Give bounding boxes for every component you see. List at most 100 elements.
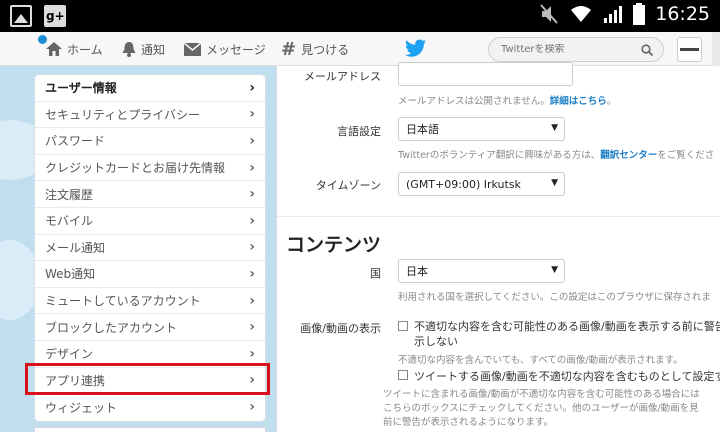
sidebar-item-web-notifications[interactable]: Web通知 ›	[35, 261, 265, 288]
sidebar-item-label: デザイン	[45, 347, 94, 362]
sidebar-item-label: ブロックしたアカウント	[45, 320, 178, 335]
email-field[interactable]	[398, 62, 573, 86]
timezone-select[interactable]: (GMT+09:00) Irkutsk ▼	[398, 172, 565, 196]
sidebar-item-widgets[interactable]: ウィジェット ›	[35, 394, 265, 421]
content-section-title: コンテンツ	[286, 234, 382, 256]
chevron-right-icon: ›	[249, 159, 255, 176]
chevron-right-icon: ›	[249, 106, 255, 123]
sidebar-item-label: ウィジェット	[45, 400, 118, 415]
dropdown-arrow-icon: ▼	[551, 265, 558, 275]
battery-icon	[633, 3, 646, 25]
chevron-right-icon: ›	[249, 399, 255, 416]
chevron-right-icon: ›	[249, 132, 255, 149]
tweet-media-help-line1: ツイートに含まれる画像/動画が不適切な内容を含む可能性のある場合には	[383, 389, 700, 400]
nav-notifications[interactable]: 通知	[122, 32, 165, 66]
search-icon[interactable]	[641, 43, 653, 56]
sidebar-item-label: セキュリティとプライバシー	[45, 107, 201, 122]
signal-icon	[604, 6, 623, 23]
media-label: 画像/動画の表示	[300, 322, 381, 335]
country-select[interactable]: 日本 ▼	[398, 259, 565, 283]
sidebar-item-label: Web通知	[45, 267, 96, 282]
chevron-right-icon: ›	[249, 265, 255, 282]
mute-icon	[540, 4, 558, 24]
nav-discover[interactable]: # 見つける	[281, 32, 349, 66]
envelope-icon	[184, 42, 201, 56]
sensitive-media-checkbox[interactable]	[398, 321, 408, 331]
search-box[interactable]	[488, 37, 664, 62]
sidebar-item-orders[interactable]: 注文履歴 ›	[35, 181, 265, 208]
status-bar: g+ 16:25	[0, 0, 720, 32]
chevron-right-icon: ›	[249, 319, 255, 336]
sidebar-item-email-notifications[interactable]: メール通知 ›	[35, 235, 265, 262]
clock: 16:25	[655, 3, 710, 25]
translation-center-link[interactable]: 翻訳センター	[600, 150, 657, 161]
media-help: 不適切な内容を含んでいても、すべての画像/動画が表示されます。	[398, 355, 683, 366]
twitter-bird-logo[interactable]	[405, 39, 427, 58]
language-label: 言語設定	[337, 125, 381, 138]
gallery-notification-icon	[10, 5, 32, 27]
chevron-right-icon: ›	[249, 292, 255, 309]
sidebar-item-label: ユーザー情報	[45, 81, 117, 96]
nav-home-label: ホーム	[67, 42, 103, 57]
home-icon	[46, 42, 62, 56]
search-input[interactable]	[501, 44, 641, 55]
settings-main-panel: メールアドレス メールアドレスは公開されません。詳細はこちら。 言語設定 日本語…	[276, 62, 720, 432]
tweet-media-help-line2: こちらのボックスにチェックしてください。他のユーザーが画像/動画を見	[383, 403, 699, 414]
mark-tweet-media-checkbox[interactable]	[398, 370, 408, 380]
sidebar-item-label: ミュートしているアカウント	[45, 294, 201, 309]
sidebar-next-card	[34, 427, 266, 432]
dropdown-arrow-icon: ▼	[551, 123, 558, 133]
email-label: メールアドレス	[304, 70, 381, 83]
mark-tweet-media-text: ツイートする画像/動画を不適切な内容を含むものとして設定する	[414, 370, 720, 383]
dropdown-arrow-icon: ▼	[551, 178, 558, 188]
sidebar-item-security[interactable]: セキュリティとプライバシー ›	[35, 102, 265, 129]
language-select[interactable]: 日本語 ▼	[398, 117, 565, 141]
sensitive-media-text-line2: 示しない	[414, 335, 458, 348]
timezone-value: (GMT+09:00) Irkutsk	[406, 177, 521, 191]
chevron-right-icon: ›	[249, 212, 255, 229]
nav-home[interactable]: ホーム	[46, 32, 103, 66]
sidebar-item-label: モバイル	[45, 214, 94, 229]
timezone-label: タイムゾーン	[315, 179, 381, 192]
highlight-box-apps	[25, 363, 270, 395]
tweet-media-help: ツイートに含まれる画像/動画が不適切な内容を含む可能性のある場合には こちらのボ…	[383, 388, 700, 430]
sidebar-item-label: パスワード	[45, 134, 106, 149]
language-help: Twitterのボランティア翻訳に興味がある方は、翻訳センターをご覧くださ	[398, 150, 715, 161]
country-help: 利用される国を選択してください。この設定はこのブラウザに保存されま	[398, 292, 711, 303]
sensitive-media-text: 不適切な内容を含む可能性のある画像/動画を表示する前に警告を 示しない	[414, 319, 720, 349]
profile-avatar[interactable]	[677, 37, 702, 62]
chevron-right-icon: ›	[249, 239, 255, 256]
top-navigation: ホーム 通知 メッセージ # 見つける	[0, 32, 720, 66]
chevron-right-icon: ›	[249, 79, 255, 96]
wifi-icon	[571, 6, 592, 22]
chevron-right-icon: ›	[249, 186, 255, 203]
nav-messages[interactable]: メッセージ	[184, 32, 266, 66]
sidebar-item-label: クレジットカードとお届け先情報	[45, 161, 226, 176]
email-help-link[interactable]: 詳細はこちら	[550, 96, 607, 107]
nav-messages-label: メッセージ	[206, 42, 266, 57]
sidebar-item-blocked-accounts[interactable]: ブロックしたアカウント ›	[35, 314, 265, 341]
nav-edge	[712, 32, 720, 66]
country-label: 国	[370, 267, 381, 280]
google-plus-notification-icon: g+	[44, 5, 66, 27]
bell-icon	[122, 41, 136, 57]
sensitive-media-text-line1: 不適切な内容を含む可能性のある画像/動画を表示する前に警告を	[414, 320, 720, 333]
sidebar-item-payment[interactable]: クレジットカードとお届け先情報 ›	[35, 155, 265, 182]
sensitive-media-option[interactable]: 不適切な内容を含む可能性のある画像/動画を表示する前に警告を 示しない	[398, 319, 720, 349]
sidebar-item-mobile[interactable]: モバイル ›	[35, 208, 265, 235]
sidebar-item-label: メール通知	[45, 240, 106, 255]
mark-tweet-media-option[interactable]: ツイートする画像/動画を不適切な内容を含むものとして設定する	[398, 368, 720, 384]
section-divider	[277, 216, 720, 217]
language-value: 日本語	[406, 123, 439, 136]
chevron-right-icon: ›	[249, 345, 255, 362]
nav-notifications-label: 通知	[141, 42, 166, 57]
sidebar-item-password[interactable]: パスワード ›	[35, 128, 265, 155]
hashtag-icon: #	[281, 38, 297, 60]
country-value: 日本	[406, 265, 428, 278]
email-help: メールアドレスは公開されません。詳細はこちら。	[398, 96, 617, 107]
sidebar-item-account[interactable]: ユーザー情報 ›	[35, 75, 265, 102]
sidebar-item-label: 注文履歴	[45, 187, 94, 202]
nav-discover-label: 見つける	[301, 42, 350, 57]
sidebar-item-muted-accounts[interactable]: ミュートしているアカウント ›	[35, 288, 265, 315]
tweet-media-help-line3: 前に警告が表示されるようになります。	[383, 417, 554, 428]
